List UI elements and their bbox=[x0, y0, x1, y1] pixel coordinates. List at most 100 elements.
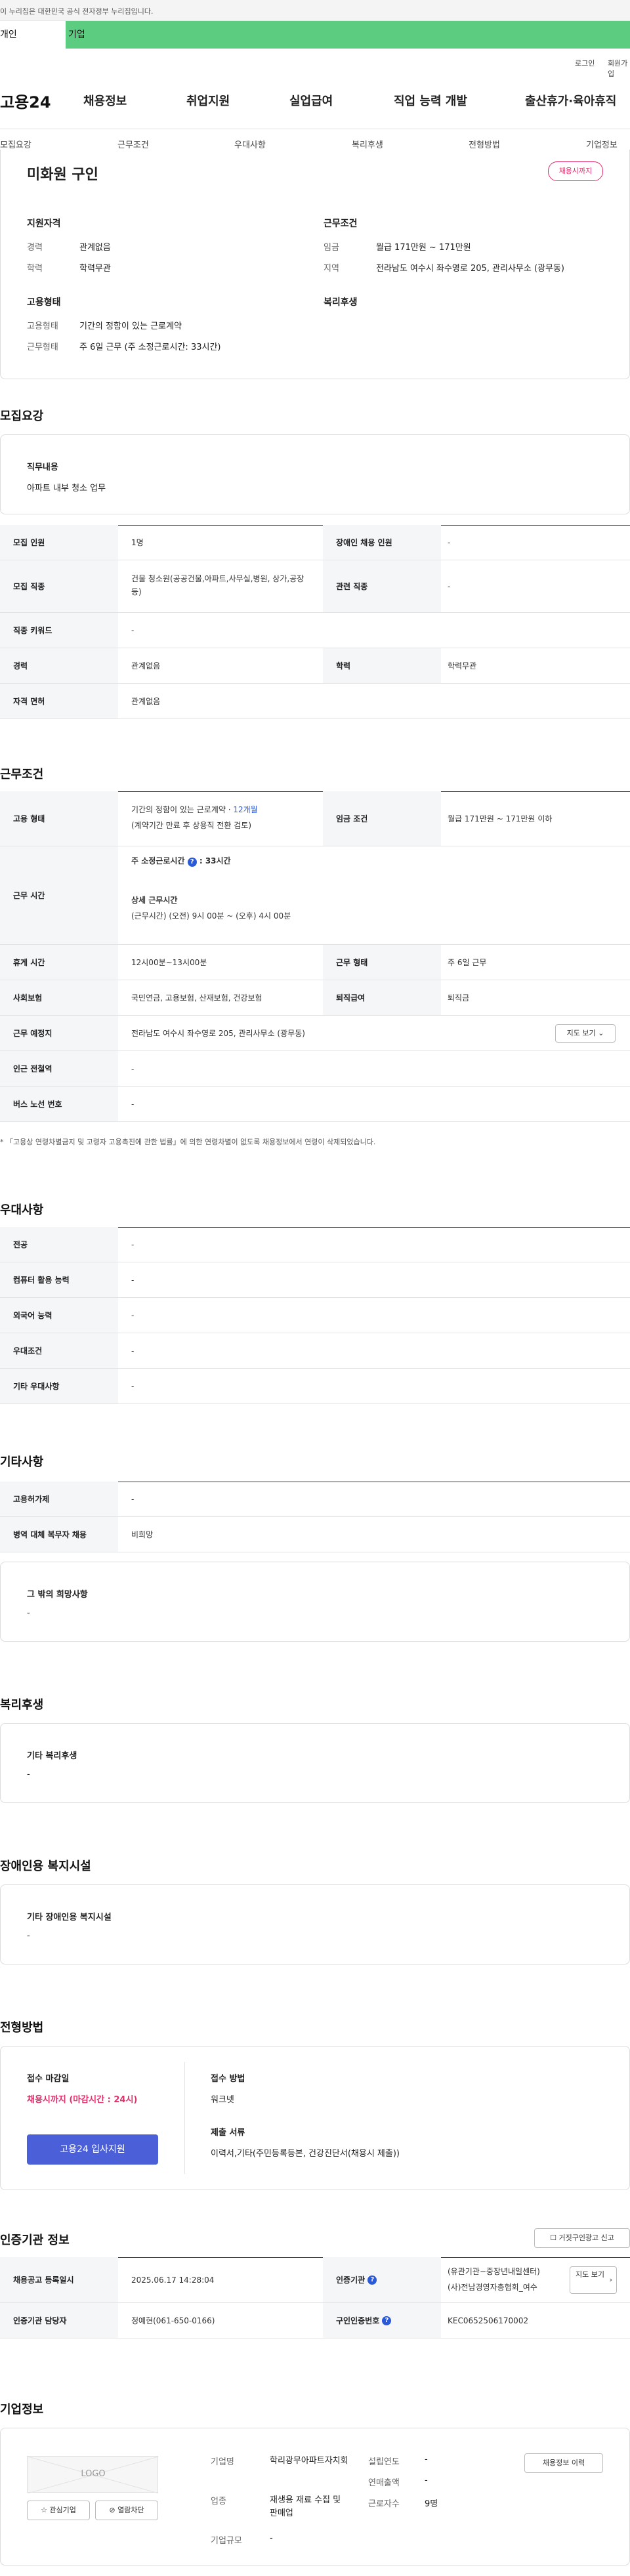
job-history-button[interactable]: 채용정보 이력 bbox=[524, 2453, 603, 2473]
table-row: 휴게 시간 12시00분~13시00분 근무 형태 주 6일 근무 bbox=[0, 945, 630, 980]
gov-notice-bar: 이 누리집은 대한민국 공식 전자정부 누리집입니다. bbox=[0, 0, 630, 21]
company-size-value: - bbox=[270, 2533, 273, 2543]
registered-at-label: 채용공고 등록일시 bbox=[0, 2257, 118, 2302]
rest-time-value: 12시00분~13시00분 bbox=[131, 958, 207, 967]
anchor-welfare[interactable]: 복리후생 bbox=[352, 138, 383, 150]
site-logo[interactable]: 고용24 bbox=[0, 89, 51, 112]
computer-skill-label: 컴퓨터 활용 능력 bbox=[0, 1262, 118, 1297]
welfare-summary-title: 복리후생 bbox=[324, 297, 358, 308]
anchor-selection[interactable]: 전형방법 bbox=[469, 138, 500, 150]
retirement-value: 퇴직금 bbox=[448, 993, 470, 1003]
computer-skill-value: - bbox=[131, 1276, 135, 1285]
gnb-menu-employment-support[interactable]: 취업지원 bbox=[186, 92, 230, 109]
major-label: 전공 bbox=[0, 1227, 118, 1262]
table-row: 근무 시간 주 소정근로시간 ? : 33시간 상세 근무시간 (근무시간) (… bbox=[0, 846, 630, 945]
welfare-label: 기타 복리후생 bbox=[27, 1751, 77, 1761]
selection-card: 접수 마감일 채용시까지 (마감시간 : 24시) 고용24 입사지원 접수 방… bbox=[0, 2046, 630, 2190]
gnb-menu-parental-leave[interactable]: 출산휴가·육아휴직 bbox=[525, 92, 616, 109]
wage-value: 월급 171만원 ~ 171만원 bbox=[376, 243, 471, 253]
job-content-card: 직무내용 아파트 내부 청소 업무 bbox=[0, 434, 630, 514]
employment-type-label: 고용형태 bbox=[27, 322, 58, 331]
company-name-value: 학리광무아파트자치회 bbox=[270, 2456, 348, 2466]
company-logo-placeholder: LOGO bbox=[27, 2456, 159, 2493]
login-link[interactable]: 로그인 bbox=[575, 58, 595, 68]
employment-form-label: 고용 형태 bbox=[0, 791, 118, 846]
apply-button[interactable]: 고용24 입사지원 bbox=[27, 2134, 158, 2165]
military-alt-label: 병역 대체 복무자 채용 bbox=[0, 1517, 118, 1552]
agency-map-button[interactable]: 지도 보기 › bbox=[570, 2266, 617, 2294]
contract-months: 12개월 bbox=[233, 805, 258, 814]
wage-label: 임금 bbox=[324, 243, 339, 253]
disabled-hire-label: 장애인 채용 인원 bbox=[323, 525, 441, 560]
anchor-recruit[interactable]: 모집요강 bbox=[0, 138, 32, 150]
work-condition-title: 근무조건 bbox=[324, 218, 358, 229]
prefer-section-title: 우대사항 bbox=[0, 1203, 44, 1217]
disabled-facility-card: 기타 장애인용 복지시설 - bbox=[0, 1884, 630, 1964]
interest-company-button[interactable]: ☆ 관심기업 bbox=[27, 2501, 90, 2520]
insurance-value: 국민연금, 고용보험, 산재보험, 건강보험 bbox=[131, 993, 262, 1003]
count-label: 모집 인원 bbox=[0, 525, 118, 560]
company-card: LOGO ☆ 관심기업 ⊘ 열람차단 기업명 학리광무아파트자치회 업종 재생용… bbox=[0, 2428, 630, 2566]
global-nav: 고용24 채용정보 취업지원 실업급여 직업 능력 개발 출산휴가·육아휴직 bbox=[0, 85, 630, 114]
weekly-hours: 주 소정근로시간 ? : 33시간 bbox=[131, 856, 231, 867]
annual-sales-value: - bbox=[425, 2476, 428, 2485]
employees-label: 근로자수 bbox=[368, 2499, 400, 2509]
star-icon: ☆ bbox=[41, 2506, 47, 2514]
agency-manager-value: 정예현(061-650-0166) bbox=[131, 2316, 215, 2325]
table-row: 병역 대체 복무자 채용 비희망 bbox=[0, 1517, 630, 1552]
company-size-label: 기업규모 bbox=[211, 2536, 242, 2546]
table-row: 버스 노선 번호 - bbox=[0, 1087, 630, 1122]
tab-personal[interactable]: 개인 bbox=[0, 21, 66, 49]
employment-type-title: 고용형태 bbox=[27, 297, 61, 308]
job-content-label: 직무내용 bbox=[27, 463, 58, 472]
chevron-down-icon: ⌄ bbox=[598, 1029, 604, 1037]
retirement-label: 퇴직급여 bbox=[323, 980, 441, 1015]
related-job-label: 관련 직종 bbox=[323, 560, 441, 612]
table-row: 모집 직종 건물 청소원(공공건물,아파트,사무실,병원, 상가,공장 등) 관… bbox=[0, 560, 630, 613]
block-view-button[interactable]: ⊘ 열람차단 bbox=[95, 2501, 158, 2520]
license-value: 관계없음 bbox=[131, 697, 161, 706]
tab-company[interactable]: 기업 bbox=[66, 21, 85, 49]
agency-value-line1: (유관기관−중장년내일센터) bbox=[448, 2267, 540, 2276]
table-row: 직종 키워드 - bbox=[0, 613, 630, 648]
anchor-company[interactable]: 기업정보 bbox=[586, 138, 618, 150]
work-type-label: 근무 형태 bbox=[323, 945, 441, 980]
education-label: 학력 bbox=[27, 264, 43, 274]
job-cert-number-label: 구인인증번호 ? bbox=[323, 2303, 441, 2338]
work-form-value: 주 6일 근무 (주 소정근로시간: 33시간) bbox=[79, 343, 221, 352]
qualification-title: 지원자격 bbox=[27, 218, 61, 229]
wage-condition-value: 월급 171만원 ~ 171만원 이하 bbox=[448, 814, 553, 823]
gnb-menu-unemployment-benefit[interactable]: 실업급여 bbox=[289, 92, 333, 109]
work-form-label: 근무형태 bbox=[27, 343, 58, 352]
agency-value-line2: (사)전남경영자총협회_여수 bbox=[448, 2283, 537, 2292]
anchor-conditions[interactable]: 근무조건 bbox=[117, 138, 149, 150]
bus-value: - bbox=[131, 1100, 135, 1109]
industry-label: 업종 bbox=[211, 2497, 226, 2506]
documents-label: 제출 서류 bbox=[211, 2128, 245, 2138]
other-preference-label: 기타 우대사항 bbox=[0, 1369, 118, 1403]
map-view-button[interactable]: 지도 보기 ⌄ bbox=[555, 1024, 616, 1043]
false-ad-report-button[interactable]: ☐ 거짓구인광고 신고 bbox=[534, 2228, 630, 2248]
signup-link[interactable]: 회원가입 bbox=[608, 58, 630, 79]
apply-method-label: 접수 방법 bbox=[211, 2074, 245, 2084]
job-cert-number-value: KEC0652506170002 bbox=[448, 2316, 529, 2325]
language-label: 외국어 능력 bbox=[0, 1298, 118, 1333]
workplace-value: 전라남도 여수시 좌수영로 205, 관리사무소 (광무동) bbox=[131, 1029, 305, 1038]
founded-label: 설립연도 bbox=[368, 2457, 400, 2467]
selection-section-title: 전형방법 bbox=[0, 2021, 44, 2035]
detail-hours-value: (근무시간) (오전) 9시 00분 ~ (오후) 4시 00분 bbox=[131, 911, 291, 921]
gnb-menu-vocational-training[interactable]: 직업 능력 개발 bbox=[394, 92, 467, 109]
company-name-label: 기업명 bbox=[211, 2457, 234, 2467]
job-keyword-value: - bbox=[131, 626, 135, 635]
gnb-menu-jobs[interactable]: 채용정보 bbox=[83, 92, 127, 109]
table-row: 우대조건 - bbox=[0, 1333, 630, 1369]
preferred-condition-value: - bbox=[131, 1346, 135, 1356]
agency-label: 인증기관 ? bbox=[323, 2257, 441, 2302]
cert-section-title: 인증기관 정보 bbox=[0, 2233, 70, 2247]
other-wish-value: - bbox=[27, 1608, 30, 1618]
employment-permit-label: 고용허가제 bbox=[0, 1482, 118, 1516]
degree-label: 학력 bbox=[323, 648, 441, 683]
bell-icon: ☐ bbox=[550, 2233, 556, 2242]
anchor-preferences[interactable]: 우대사항 bbox=[234, 138, 266, 150]
table-row: 모집 인원 1명 장애인 채용 인원 - bbox=[0, 525, 630, 560]
